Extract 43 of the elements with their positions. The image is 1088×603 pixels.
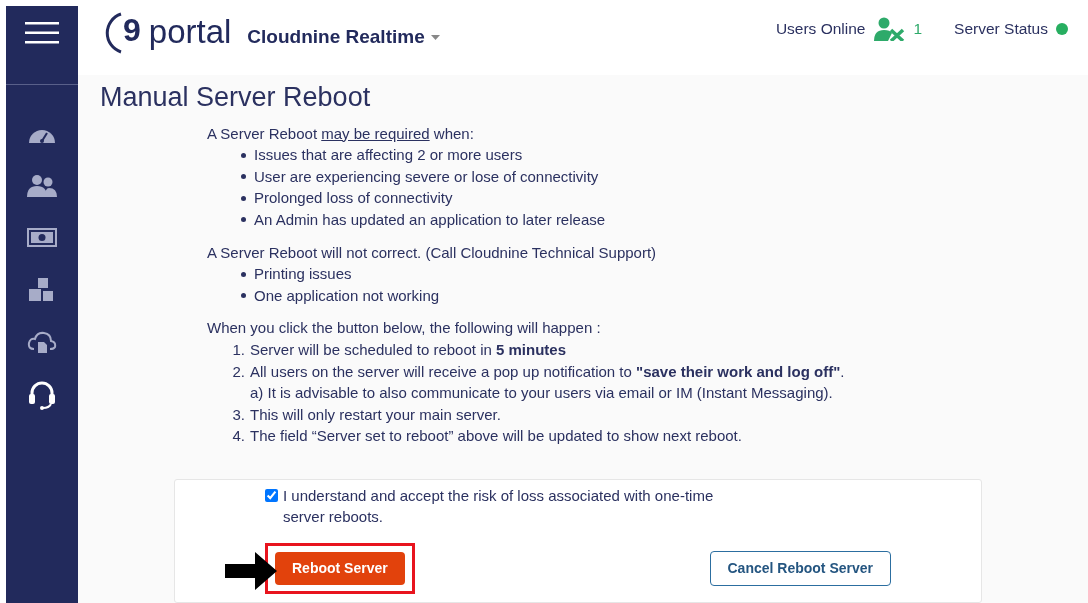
server-status-label: Server Status	[954, 19, 1048, 40]
accept-checkbox[interactable]	[265, 489, 278, 502]
page-title: Manual Server Reboot	[100, 81, 372, 114]
list-item: An Admin has updated an application to later release	[254, 210, 606, 231]
bullet-icon	[241, 217, 246, 223]
intro-text: A Server Reboot may be required when:	[207, 123, 475, 144]
bullet-icon	[241, 271, 246, 277]
step-text: Server will be scheduled to reboot in 5 minutes	[250, 340, 566, 361]
step-number: 4.	[231, 426, 246, 447]
step-number: 3.	[231, 404, 246, 425]
bullet-icon	[241, 152, 246, 158]
step-number: 1.	[231, 340, 246, 361]
list-item: Prolonged loss of connectivity	[254, 188, 453, 209]
user-x-icon	[873, 17, 906, 41]
users-online-label: Users Online	[775, 19, 866, 40]
reboot-button[interactable]: Reboot Server	[275, 552, 405, 585]
step-number: 2.	[231, 361, 246, 382]
list-item: Printing issues	[254, 264, 352, 285]
list-item: One application not working	[254, 285, 440, 306]
logo-text: portal	[148, 15, 232, 48]
step-text: This will only restart your main server.	[250, 404, 501, 425]
sidebar-item[interactable]	[27, 381, 57, 411]
info-link[interactable]: may be required	[321, 124, 430, 142]
menu-icon	[25, 22, 59, 44]
logo-icon	[104, 10, 122, 56]
bullet-icon	[241, 195, 246, 201]
users-online-count: 1	[913, 19, 923, 40]
step-text: All users on the server will receive a pop up notification to "save their work and log off".	[250, 361, 845, 382]
section-heading: A Server Reboot will not correct. (Call Cloudnine Technical Support)	[207, 242, 658, 263]
logo-mark: 9	[123, 14, 141, 46]
list-item: Issues that are affecting 2 or more users	[254, 145, 523, 166]
bullet-icon	[241, 293, 246, 299]
accept-label: I understand and accept the risk of loss associated with one-time server reboots.	[283, 486, 715, 527]
step-text: The field “Server set to reboot” above will be updated to show next reboot.	[250, 426, 742, 447]
caret-icon	[430, 34, 440, 40]
step-note: a) It is advisable to also communicate to your users via email or IM (Instant Messaging).	[250, 383, 834, 404]
list-item: User are experiencing severe or lose of connectivity	[254, 166, 599, 187]
bullet-icon	[241, 174, 246, 180]
company-dropdown[interactable]: Cloudnine Realtime	[247, 23, 440, 52]
cancel-button[interactable]: Cancel Reboot Server	[709, 551, 891, 586]
arrow-icon	[225, 552, 277, 590]
section-heading: When you click the button below, the following will happen :	[207, 318, 602, 339]
headset-icon	[27, 381, 57, 411]
